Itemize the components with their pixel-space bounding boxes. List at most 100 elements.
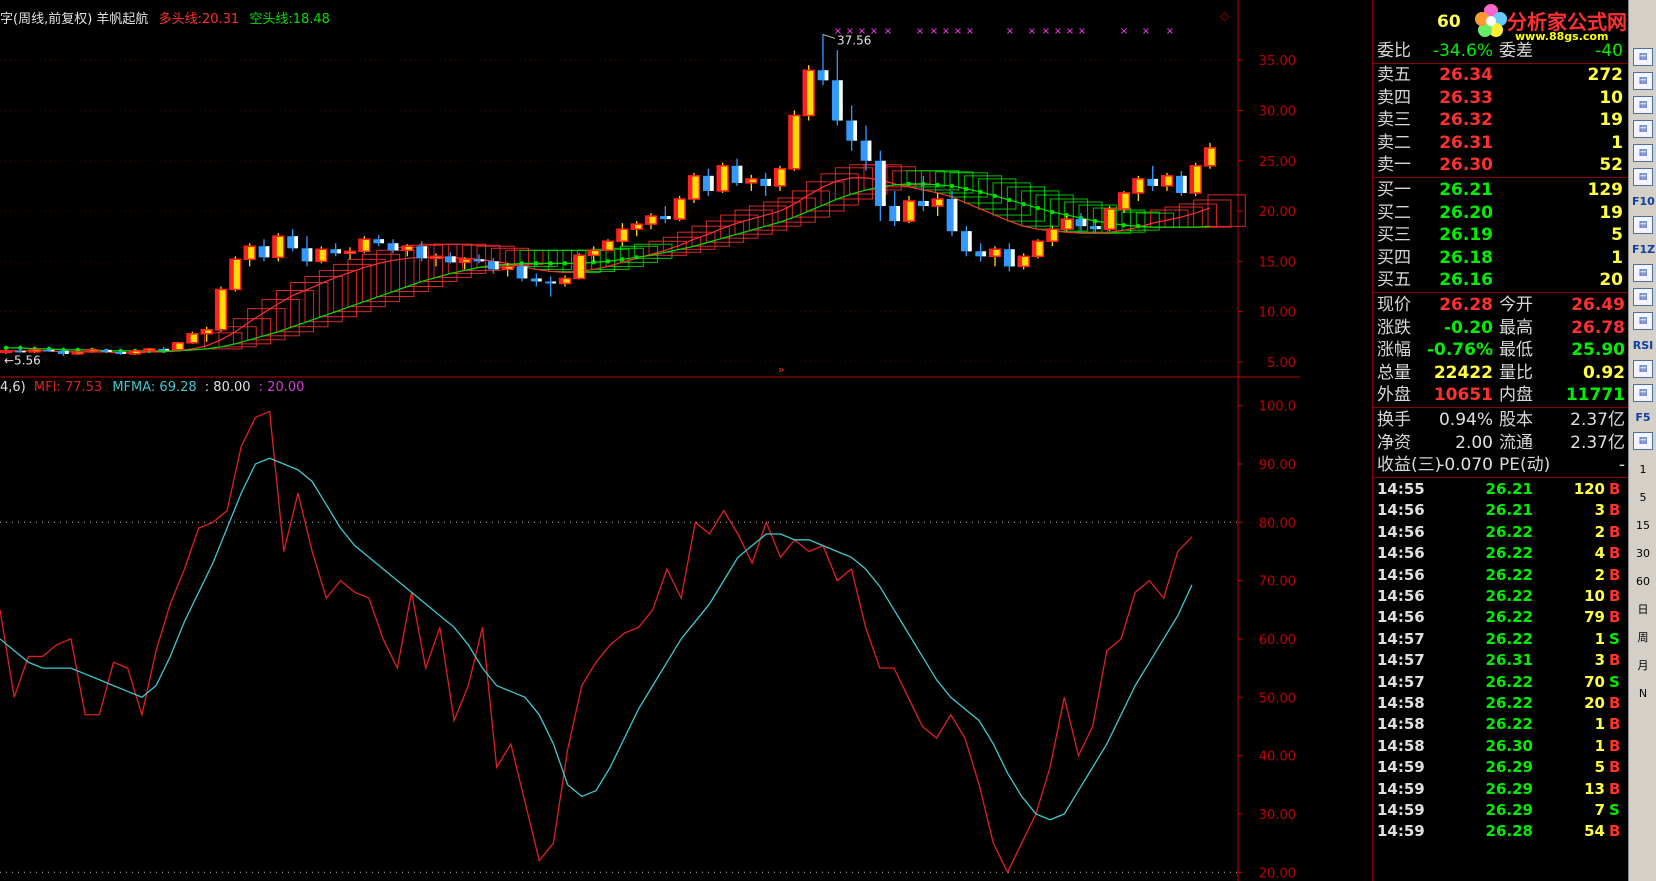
chart-area[interactable]: ◇ » 35.00 30.00 25.00 20.00 15.00 10.00 5.00 100.… [0, 0, 1372, 881]
toolbar-日-button[interactable]: 日 [1632, 600, 1654, 620]
marker-x: × [916, 26, 924, 37]
tick-volume: 4 [1594, 544, 1605, 563]
toolbar-f1z-button[interactable]: F1Z [1632, 240, 1655, 260]
candle-shade [1104, 209, 1109, 230]
marker-x: × [942, 26, 950, 37]
tick-row: 14:59 26.28 54 B [1373, 821, 1629, 842]
stat-label: 现价 [1377, 295, 1411, 315]
table-icon[interactable]: ▤ [1633, 96, 1653, 114]
chart-icon[interactable]: ▤ [1633, 264, 1653, 282]
chart-icon[interactable]: ▤ [1633, 216, 1653, 234]
order-label: 卖二 [1377, 132, 1411, 153]
candle [1203, 142, 1217, 169]
wave-icon[interactable]: ▤ [1633, 312, 1653, 330]
table-icon[interactable]: ▤ [1633, 72, 1653, 90]
toolbar-周-button[interactable]: 周 [1632, 628, 1654, 648]
candle-shade [989, 249, 994, 257]
candle-shade [738, 165, 743, 183]
tick-time: 14:58 [1377, 736, 1425, 755]
candle-shade [480, 259, 485, 262]
candle [128, 349, 142, 355]
tick-direction: B [1609, 822, 1621, 841]
ribbon-box [1006, 186, 1046, 222]
tick-row: 14:59 26.29 7 S [1373, 800, 1629, 821]
stat-value: 26.78 [1571, 317, 1625, 338]
short-line-label: 空头线: [249, 12, 293, 27]
candle-shade [1118, 192, 1123, 210]
marker-x: × [1054, 26, 1062, 37]
toolbar-rsi-button[interactable]: RSI [1632, 336, 1654, 356]
trend-icon[interactable]: ▤ [1633, 120, 1653, 138]
candle-shade [1204, 147, 1209, 166]
toolbar-60-button[interactable]: 60 [1632, 572, 1654, 592]
toolbar-f5-button[interactable]: F5 [1632, 408, 1654, 428]
order-price: 26.18 [1439, 247, 1493, 268]
refresh-icon[interactable]: ▤ [1633, 432, 1653, 450]
kline-chart-svg[interactable]: ◇ » 35.00 30.00 25.00 20.00 15.00 10.00 5.00 100.… [0, 0, 1300, 881]
weibi-label: 委比 [1377, 41, 1411, 61]
candle-shade [967, 231, 972, 252]
candle [644, 213, 658, 230]
order-volume: 52 [1599, 155, 1623, 176]
toolbar-n-button[interactable]: N [1632, 684, 1654, 704]
candle-shade [602, 241, 607, 251]
pencil-icon[interactable]: ▤ [1633, 384, 1653, 402]
candle-shade [709, 175, 714, 191]
stat-value: 10651 [1433, 385, 1493, 406]
toolbar-5-button[interactable]: 5 [1632, 488, 1654, 508]
list-icon[interactable]: ▤ [1633, 168, 1653, 186]
candle [1046, 226, 1059, 247]
tick-direction: B [1609, 587, 1621, 605]
candle-shade [50, 349, 55, 352]
sell-row: 卖四 26.33 10 [1373, 87, 1629, 109]
marker-x: × [966, 26, 974, 37]
move-icon[interactable]: ▤ [1633, 360, 1653, 378]
candle-shade [215, 289, 220, 330]
mfma-value: 69.28 [159, 380, 197, 395]
tick-time: 14:59 [1377, 801, 1425, 819]
tick-time: 14:56 [1377, 587, 1425, 605]
tick-row: 14:56 26.22 2 B [1373, 565, 1629, 586]
ribbon-box [820, 173, 859, 206]
stat-label: 流通 [1499, 432, 1533, 453]
candle [1147, 165, 1159, 191]
toolbar-f10-button[interactable]: F10 [1632, 192, 1655, 212]
candle-shade [294, 236, 299, 249]
order-volume: 10 [1599, 87, 1623, 108]
candle-shade [788, 115, 793, 169]
candle [115, 350, 127, 355]
tick-time: 14:56 [1377, 565, 1425, 584]
fund-row: 收益(三) -0.070 PE(动) - [1373, 454, 1629, 476]
candle-shade [29, 349, 34, 352]
level20-label: : 20.00 [258, 380, 305, 395]
toolbar-1-button[interactable]: 1 [1632, 460, 1654, 480]
toolbar-15-button[interactable]: 15 [1632, 516, 1654, 536]
marker-x: × [1006, 26, 1014, 37]
candle-shade [717, 165, 722, 191]
candle-shade [201, 329, 206, 334]
stat-value: 11771 [1565, 385, 1625, 406]
stat-row: 涨幅 -0.76% 最低 25.90 [1373, 339, 1629, 361]
tick-row: 14:58 26.30 1 B [1373, 736, 1629, 757]
toolbar-月-button[interactable]: 月 [1632, 656, 1654, 676]
order-volume: 272 [1587, 65, 1624, 85]
scroll-up-icon[interactable]: ▤ [1633, 48, 1653, 66]
y-tick-label: 90.00 [1259, 458, 1296, 473]
ribbon-box [318, 269, 358, 318]
y-tick-label: 30.00 [1259, 808, 1296, 823]
order-price: 26.34 [1439, 65, 1493, 85]
tick-price: 26.29 [1485, 779, 1533, 798]
candle-shade [430, 256, 435, 259]
candle-shade [745, 178, 750, 183]
tick-volume: 70 [1584, 672, 1605, 691]
candle [1075, 213, 1087, 232]
candle [1031, 239, 1045, 259]
candle-shade [903, 201, 908, 222]
candle-shade [244, 246, 249, 260]
toolbar-30-button[interactable]: 30 [1632, 544, 1654, 564]
candle-icon[interactable]: ▤ [1633, 144, 1653, 162]
flower-logo-icon [1475, 4, 1507, 37]
candle-shade [803, 70, 808, 116]
short-line-dot [620, 257, 625, 262]
grid-icon[interactable]: ▤ [1633, 288, 1653, 306]
